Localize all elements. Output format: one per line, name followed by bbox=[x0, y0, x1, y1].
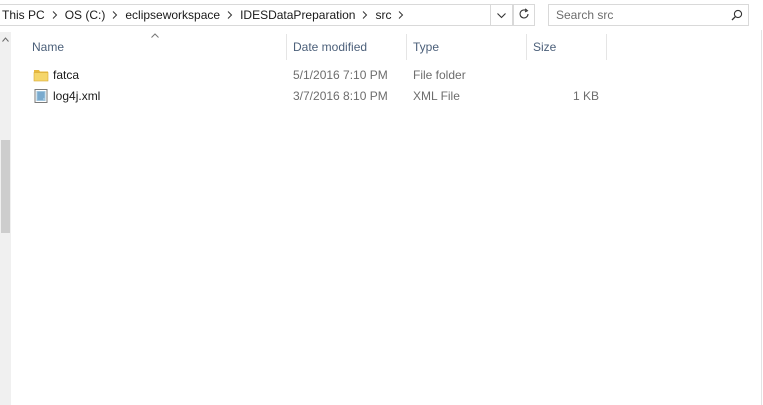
column-header-label: Name bbox=[32, 40, 65, 54]
scroll-up-arrow-icon[interactable] bbox=[0, 32, 11, 46]
navigation-pane-scrollbar[interactable] bbox=[0, 32, 11, 405]
breadcrumb-item-os-c[interactable]: OS (C:) bbox=[63, 5, 108, 25]
column-header-name[interactable]: Name bbox=[26, 34, 286, 60]
scrollbar-thumb[interactable] bbox=[1, 140, 10, 233]
refresh-icon bbox=[518, 7, 530, 23]
address-history-dropdown-button[interactable] bbox=[491, 4, 513, 26]
file-row-fatca[interactable]: fatca 5/1/2016 7:10 PM File folder bbox=[28, 65, 608, 85]
breadcrumb-label: eclipseworkspace bbox=[125, 8, 221, 22]
chevron-right-icon[interactable] bbox=[107, 5, 123, 25]
file-row-log4j-xml[interactable]: log4j.xml 3/7/2016 8:10 PM XML File 1 KB bbox=[28, 86, 608, 106]
file-name[interactable]: fatca bbox=[53, 65, 79, 85]
folder-icon bbox=[33, 67, 49, 83]
column-header-size[interactable]: Size bbox=[527, 34, 606, 60]
search-input[interactable] bbox=[549, 6, 726, 24]
file-size: 1 KB bbox=[572, 89, 599, 103]
chevron-right-icon[interactable] bbox=[47, 5, 63, 25]
file-name[interactable]: log4j.xml bbox=[53, 86, 100, 106]
file-type: XML File bbox=[413, 89, 460, 103]
breadcrumb-item-src[interactable]: src bbox=[373, 5, 393, 25]
chevron-right-icon[interactable] bbox=[393, 5, 409, 25]
column-header-type[interactable]: Type bbox=[407, 34, 526, 60]
file-date-modified: 3/7/2016 8:10 PM bbox=[293, 89, 388, 103]
breadcrumb-label: src bbox=[375, 8, 392, 22]
chevron-right-icon[interactable] bbox=[357, 5, 373, 25]
column-header-label: Date modified bbox=[293, 40, 368, 54]
breadcrumb-item-idesdatapreparation[interactable]: IDESDataPreparation bbox=[238, 5, 357, 25]
search-box[interactable] bbox=[548, 4, 749, 26]
breadcrumb-item-eclipseworkspace[interactable]: eclipseworkspace bbox=[123, 5, 222, 25]
chevron-down-icon bbox=[497, 8, 506, 22]
breadcrumb-label: OS (C:) bbox=[64, 8, 106, 22]
column-divider[interactable] bbox=[606, 34, 607, 60]
column-header-label: Size bbox=[533, 40, 557, 54]
file-date-modified: 5/1/2016 7:10 PM bbox=[293, 68, 388, 82]
file-size bbox=[568, 65, 599, 85]
column-header-date-modified[interactable]: Date modified bbox=[287, 34, 406, 60]
column-header-label: Type bbox=[413, 40, 440, 54]
search-icon[interactable] bbox=[726, 9, 748, 21]
refresh-button[interactable] bbox=[513, 4, 535, 26]
file-type: File folder bbox=[413, 68, 466, 82]
address-bar[interactable]: This PC OS (C:) eclipseworkspace IDESDat… bbox=[0, 4, 491, 26]
pane-border bbox=[761, 30, 762, 405]
chevron-right-icon[interactable] bbox=[222, 5, 238, 25]
xml-file-icon bbox=[33, 88, 49, 104]
breadcrumb-item-this-pc[interactable]: This PC bbox=[0, 5, 47, 25]
breadcrumb-label: This PC bbox=[2, 8, 45, 22]
breadcrumb-label: IDESDataPreparation bbox=[240, 8, 356, 22]
